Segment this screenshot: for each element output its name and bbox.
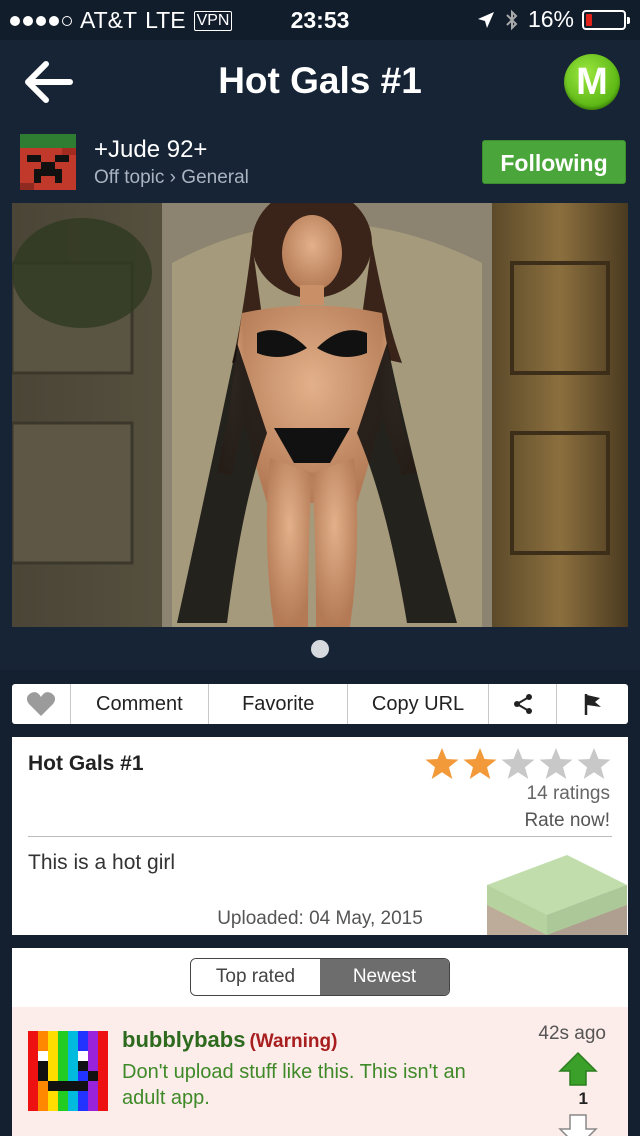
comment-time: 42s ago: [538, 1023, 606, 1044]
location-arrow-icon: [477, 11, 494, 28]
battery-fill: [586, 13, 592, 26]
share-icon: [513, 694, 532, 714]
comment-item: bubblybabs (Warning) Don't upload stuff l…: [12, 1007, 628, 1136]
status-bar: AT&T LTE VPN 23:53 16%: [0, 0, 640, 40]
bluetooth-icon: [506, 9, 518, 30]
author-avatar[interactable]: [20, 134, 76, 190]
page-indicator-dot[interactable]: [311, 640, 329, 658]
comment-text: Don't upload stuff like this. This isn't…: [122, 1061, 466, 1109]
upvote-arrow-icon[interactable]: [558, 1051, 598, 1087]
gallery-pager: [0, 628, 640, 670]
report-button[interactable]: [557, 684, 628, 724]
like-button[interactable]: [12, 684, 71, 724]
sort-top-rated-tab[interactable]: Top rated: [191, 959, 320, 995]
comments-section: Top rated Newest bubblybabs (Warning) Don…: [12, 948, 628, 1136]
moderation-icons[interactable]: [142, 1125, 222, 1136]
post-description: This is a hot girl: [28, 851, 176, 874]
comment-button[interactable]: Comment: [71, 684, 210, 724]
post-info-card: Hot Gals #1 14 ratings Rate now! This is…: [12, 737, 628, 935]
action-bar: Comment Favorite Copy URL: [12, 684, 628, 724]
battery-icon: [582, 9, 630, 30]
comment-sort-control: Top rated Newest: [190, 958, 450, 996]
copy-url-button[interactable]: Copy URL: [348, 684, 489, 724]
post-category[interactable]: Off topic › General: [94, 167, 249, 189]
favorite-button[interactable]: Favorite: [209, 684, 349, 724]
post-title: Hot Gals #1: [28, 752, 144, 775]
downvote-arrow-icon[interactable]: [558, 1113, 598, 1136]
page-title: Hot Gals #1: [218, 60, 422, 101]
following-button[interactable]: Following: [482, 140, 626, 184]
commenter-username[interactable]: bubblybabs (Warning): [122, 1027, 337, 1053]
heart-icon: [26, 692, 55, 716]
star-empty-icon[interactable]: [538, 747, 574, 781]
star-empty-icon[interactable]: [500, 747, 536, 781]
divider: [28, 836, 612, 837]
post-image-graphic: [12, 203, 628, 627]
commenter-avatar[interactable]: [28, 1031, 108, 1111]
comment-username-text: bubblybabs: [122, 1027, 246, 1052]
app-logo[interactable]: M: [564, 54, 620, 110]
author-row: +Jude 92+ Off topic › General Following: [0, 126, 640, 200]
status-right: 16%: [476, 6, 630, 33]
warning-badge: (Warning): [249, 1031, 338, 1052]
rating-stars[interactable]: [424, 747, 612, 781]
author-name[interactable]: +Jude 92+: [94, 136, 207, 164]
sort-newest-tab[interactable]: Newest: [320, 959, 449, 995]
star-empty-icon[interactable]: [576, 747, 612, 781]
nav-bar: Hot Gals #1 M: [0, 40, 640, 126]
flag-icon: [584, 694, 601, 715]
star-filled-icon[interactable]: [462, 747, 498, 781]
star-filled-icon[interactable]: [424, 747, 460, 781]
ratings-count: 14 ratings: [526, 783, 610, 804]
post-image[interactable]: [12, 203, 628, 627]
vote-count: 1: [578, 1089, 588, 1108]
share-button[interactable]: [489, 684, 558, 724]
battery-percent: 16%: [527, 6, 574, 32]
upload-date: Uploaded: 04 May, 2015: [217, 908, 423, 929]
rate-now-link[interactable]: Rate now!: [524, 810, 610, 832]
